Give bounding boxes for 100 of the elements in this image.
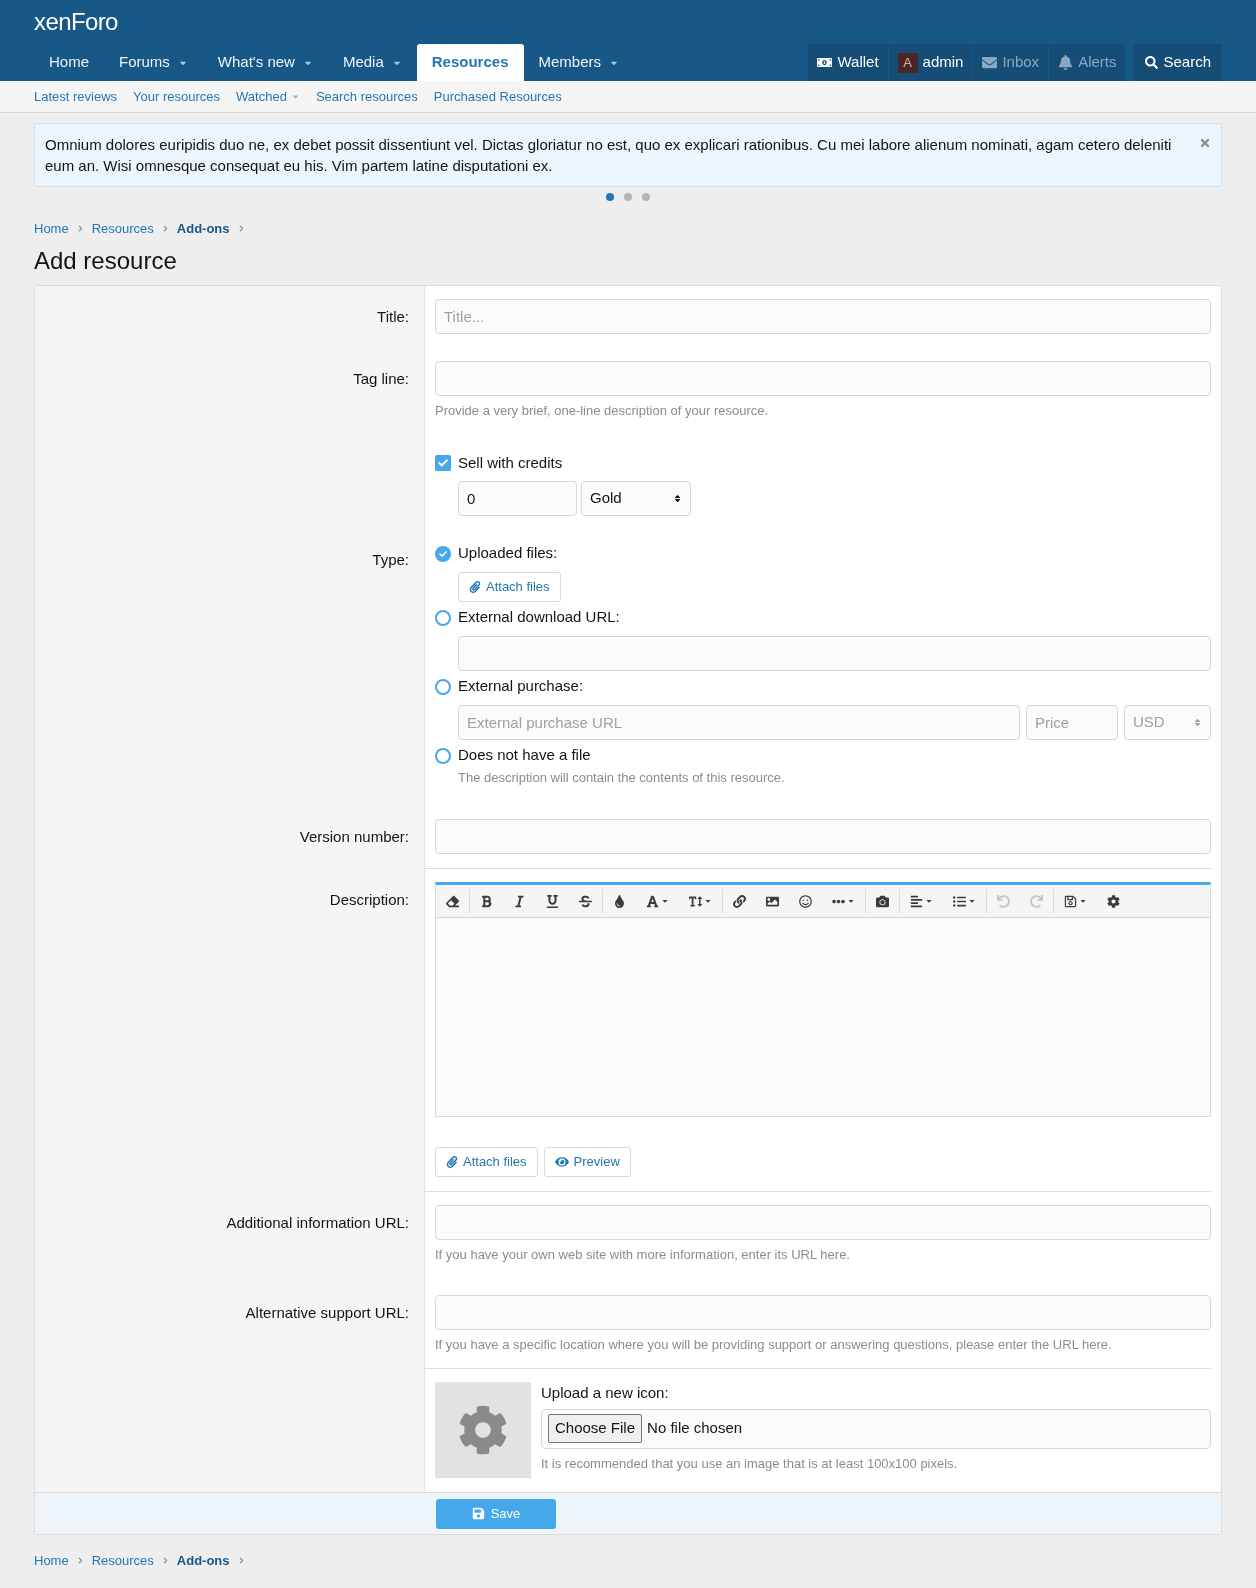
breadcrumb-link[interactable]: Home [34,1551,69,1571]
version-field[interactable] [435,819,1211,854]
chevron-icon [76,1557,84,1565]
paperclip-icon [446,1156,458,1168]
user-nav-link[interactable]: Inbox [973,44,1049,81]
search-link[interactable]: Search [1134,44,1222,81]
title-field[interactable]: Title... [435,298,1211,334]
preview-button[interactable]: Preview [543,1147,631,1177]
image-icon [766,894,779,908]
eye-icon [554,1155,569,1169]
sort-arrows-icon [673,493,682,503]
subnav-link[interactable]: Watched [236,86,300,107]
notice-text: Omnium dolores euripidis duo ne, ex debet possit dissentiunt vel. Dictas gloriatur no est, quo ex explicari rationibus. Cu mei labore alienum nominati, agam cetero deleniti eum an. Wisi omnesque consequat eu his. Vim partem latine disputationi ex. [45,135,1173,176]
radio-button[interactable] [435,545,451,562]
save-button[interactable]: Save [436,1498,556,1529]
caret-icon [925,897,933,905]
user-nav-link[interactable]: Wallet [808,44,888,81]
attach-files-button[interactable]: Attach files [435,1147,538,1177]
bold-icon [480,894,493,908]
tag-line-field[interactable] [435,360,1211,396]
subnav-link[interactable]: Your resources [133,86,221,107]
bell-icon [1058,55,1074,70]
site-logo[interactable]: xenForo [34,4,118,40]
list-icon [953,894,966,908]
hint-text: Provide a very brief, one-line description of your resource. [435,401,770,420]
user-nav-link[interactable]: Alerts [1049,44,1126,81]
check-icon [438,458,448,469]
avatar: A [897,52,918,73]
field-label: Tag line: [352,368,409,389]
floppy-icon [1064,894,1077,908]
redo-icon [1030,894,1043,908]
currency-select[interactable]: Gold [581,480,691,516]
undo-icon [997,894,1010,908]
envelope-icon [982,55,998,70]
breadcrumb-link[interactable]: Resources [91,219,154,239]
hint-text: If you have your own web site with more information, enter its URL here. [435,1246,851,1264]
font-icon [646,894,659,908]
chevron-icon [237,225,245,233]
hint-text: The description will contain the contents of this resource. [458,768,786,787]
caret-icon [661,897,669,905]
camera-icon [876,894,889,908]
checkbox[interactable] [435,455,451,472]
strikethrough-icon [579,894,592,908]
radio-label: External purchase: [458,676,584,697]
paperclip-icon [469,580,481,593]
radio-button[interactable] [435,747,451,764]
breadcrumb-link[interactable]: Add-ons [176,219,230,239]
eraser-icon [446,894,459,908]
smiley-icon [799,894,812,908]
nav-tab[interactable]: Home [34,44,104,81]
info-url-field[interactable] [435,1205,1211,1240]
radio-label: Uploaded files: [458,543,558,564]
currency-select[interactable]: USD [1124,704,1211,740]
search-icon [1145,56,1159,69]
field-label: Description: [328,890,409,910]
check-icon [439,549,447,558]
radio-button[interactable] [435,678,451,695]
nav-tab[interactable]: Forums [104,44,203,81]
align-icon [910,894,923,908]
nav-tab[interactable]: Members [523,44,634,81]
choose-file-button[interactable]: Choose File [548,1414,643,1443]
field-label: Version number: [298,827,409,847]
settings-icon [1107,894,1120,908]
file-status: No file chosen [647,1418,743,1439]
italic-icon [513,894,526,908]
sort-arrows-icon [1193,717,1202,727]
caret-icon [968,897,976,905]
underline-icon [546,894,559,908]
support-url-field[interactable] [435,1294,1211,1330]
droplet-icon [613,894,626,908]
upload-label: Upload a new icon: [541,1383,670,1403]
field-label: Additional information URL: [225,1213,409,1233]
attach-files-button[interactable]: Attach files [458,571,561,602]
hint-text: If you have a specific location where you will be providing support or answering questions, please enter the URL here. [435,1335,1113,1354]
breadcrumb-link[interactable]: Home [34,219,69,239]
chevron-icon [161,1557,169,1565]
radio-label: Does not have a file [458,745,591,766]
banknote-icon [817,55,833,70]
hint-text: It is recommended that you use an image that is at least 100x100 pixels. [541,1454,959,1473]
caret-icon [847,897,855,905]
text-size-icon [689,894,702,908]
subnav-link[interactable]: Latest reviews [34,86,118,107]
subnav-link[interactable]: Search resources [315,86,418,107]
radio-button[interactable] [435,609,451,626]
field-label: Title: [376,306,409,327]
gear-icon [458,1405,508,1455]
nav-tab[interactable]: What's new [202,44,328,81]
chevron-icon [76,225,84,233]
breadcrumb-link[interactable]: Add-ons [176,1551,230,1571]
close-icon[interactable] [1199,137,1211,149]
user-nav-link[interactable]: A admin [888,44,973,81]
nav-tab[interactable]: Media [327,44,417,81]
nav-tab[interactable]: Resources [416,44,524,81]
breadcrumb-link[interactable]: Resources [91,1551,154,1571]
link-icon [733,894,746,908]
subnav-link[interactable]: Purchased Resources [433,86,562,107]
credits-amount-field[interactable]: 0 [458,480,577,516]
file-field[interactable]: Choose File No file chosen [541,1408,1211,1449]
caret-icon [1079,897,1087,905]
radio-label: External download URL: [458,607,620,628]
